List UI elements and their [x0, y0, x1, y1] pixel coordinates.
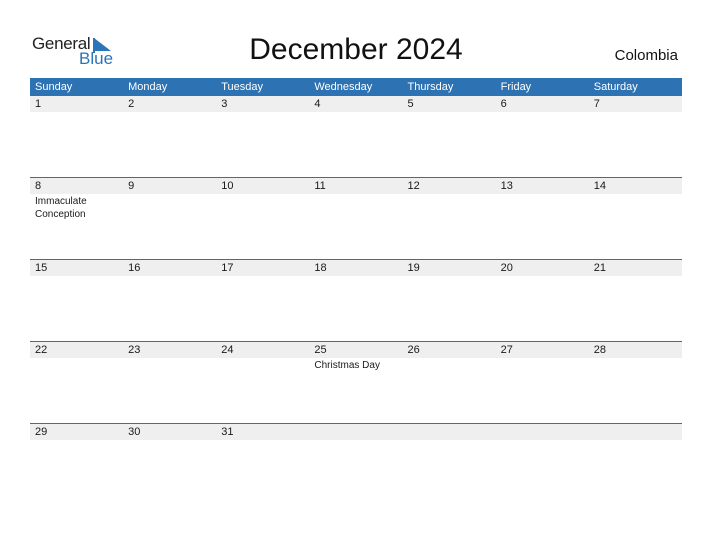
- holiday-label: [589, 194, 682, 221]
- holiday-label: [496, 440, 589, 441]
- day-number: 12: [407, 180, 420, 192]
- day-number: 24: [221, 344, 234, 356]
- holiday-label: [403, 440, 496, 441]
- holiday-label: [403, 194, 496, 221]
- holiday-label: [309, 276, 402, 277]
- day-number: 20: [500, 262, 513, 274]
- day-number: 26: [407, 344, 420, 356]
- holiday-label: Immaculate Conception: [35, 196, 87, 220]
- date-row: 15 16 17 18 19 20 21: [30, 260, 682, 276]
- day-number: 15: [35, 262, 48, 274]
- day-number: 11: [314, 180, 326, 192]
- holiday-label: [123, 440, 216, 441]
- date-row: 8 9 10 11 12 13 14: [30, 178, 682, 194]
- holiday-label: [30, 358, 123, 372]
- day-number: 1: [35, 98, 42, 110]
- weekday-thursday: Thursday: [407, 81, 454, 93]
- holiday-label: [589, 112, 682, 113]
- holiday-label: [123, 194, 216, 221]
- day-number: 28: [593, 344, 606, 356]
- holiday-label: [216, 358, 309, 372]
- week-row: 15 16 17 18 19 20 21: [30, 259, 682, 341]
- holiday-label: [403, 112, 496, 113]
- day-number: 25: [314, 344, 327, 356]
- event-row: Christmas Day: [30, 358, 682, 372]
- holiday-label: [589, 276, 682, 277]
- holiday-label: [123, 358, 216, 372]
- day-number: 22: [35, 344, 48, 356]
- holiday-label: [403, 276, 496, 277]
- holiday-label: [309, 440, 402, 441]
- day-number: 31: [221, 426, 234, 438]
- day-number: 9: [128, 180, 135, 192]
- holiday-label: [216, 112, 309, 113]
- page-title: December 2024: [249, 33, 463, 66]
- day-number: 10: [221, 180, 234, 192]
- day-number: 13: [500, 180, 513, 192]
- week-row: 8 9 10 11 12 13 14 Immaculate Conception: [30, 177, 682, 259]
- day-number: 8: [35, 180, 42, 192]
- date-row: 22 23 24 25 26 27 28: [30, 342, 682, 358]
- day-number: 23: [128, 344, 141, 356]
- weekday-friday: Friday: [500, 81, 532, 93]
- day-number: 5: [407, 98, 414, 110]
- holiday-label: [496, 112, 589, 113]
- day-number: 4: [314, 98, 321, 110]
- holiday-label: [496, 358, 589, 372]
- holiday-label: [216, 440, 309, 441]
- day-number: 17: [221, 262, 234, 274]
- date-row: 29 30 31: [30, 424, 682, 440]
- holiday-label: [216, 194, 309, 221]
- holiday-label: [30, 112, 123, 113]
- day-number: [403, 424, 496, 440]
- day-number: 27: [500, 344, 513, 356]
- weekday-saturday: Saturday: [593, 81, 638, 93]
- date-row: 1 2 3 4 5 6 7: [30, 96, 682, 112]
- holiday-label: [309, 112, 402, 113]
- day-number: [309, 424, 402, 440]
- day-number: 19: [407, 262, 420, 274]
- holiday-label: [496, 276, 589, 277]
- day-number: 7: [593, 98, 600, 110]
- holiday-label: [496, 194, 589, 221]
- day-number: 30: [128, 426, 141, 438]
- day-number: 16: [128, 262, 141, 274]
- event-row: Immaculate Conception: [30, 194, 682, 221]
- weekday-header: Sunday Monday Tuesday Wednesday Thursday Frid…: [30, 78, 682, 96]
- day-number: [496, 424, 589, 440]
- holiday-label: [589, 358, 682, 372]
- holiday-label: [30, 276, 123, 277]
- day-number: 14: [593, 180, 606, 192]
- weekday-tuesday: Tuesday: [221, 81, 264, 93]
- holiday-label: [403, 358, 496, 372]
- holiday-label: [216, 276, 309, 277]
- week-row: 29 30 31: [30, 423, 682, 505]
- day-number: 29: [35, 426, 48, 438]
- country-label: Colombia: [614, 47, 678, 64]
- calendar-grid: Sunday Monday Tuesday Wednesday Thursday Frid…: [30, 78, 682, 505]
- weekday-monday: Monday: [128, 81, 168, 93]
- event-row: [30, 112, 682, 113]
- day-number: 6: [500, 98, 507, 110]
- holiday-label: [309, 194, 402, 221]
- day-number: 18: [314, 262, 327, 274]
- holiday-label: [123, 276, 216, 277]
- event-row: [30, 276, 682, 277]
- holiday-label: Christmas Day: [314, 360, 380, 371]
- holiday-label: [30, 440, 123, 441]
- day-number: 3: [221, 98, 228, 110]
- weekday-sunday: Sunday: [35, 81, 73, 93]
- week-row: 22 23 24 25 26 27 28 Christmas Day: [30, 341, 682, 423]
- holiday-label: [123, 112, 216, 113]
- weekday-wednesday: Wednesday: [314, 81, 373, 93]
- day-number: [589, 424, 682, 440]
- event-row: [30, 440, 682, 441]
- holiday-label: [589, 440, 682, 441]
- day-number: 2: [128, 98, 135, 110]
- week-row: 1 2 3 4 5 6 7: [30, 96, 682, 177]
- day-number: 21: [593, 262, 606, 274]
